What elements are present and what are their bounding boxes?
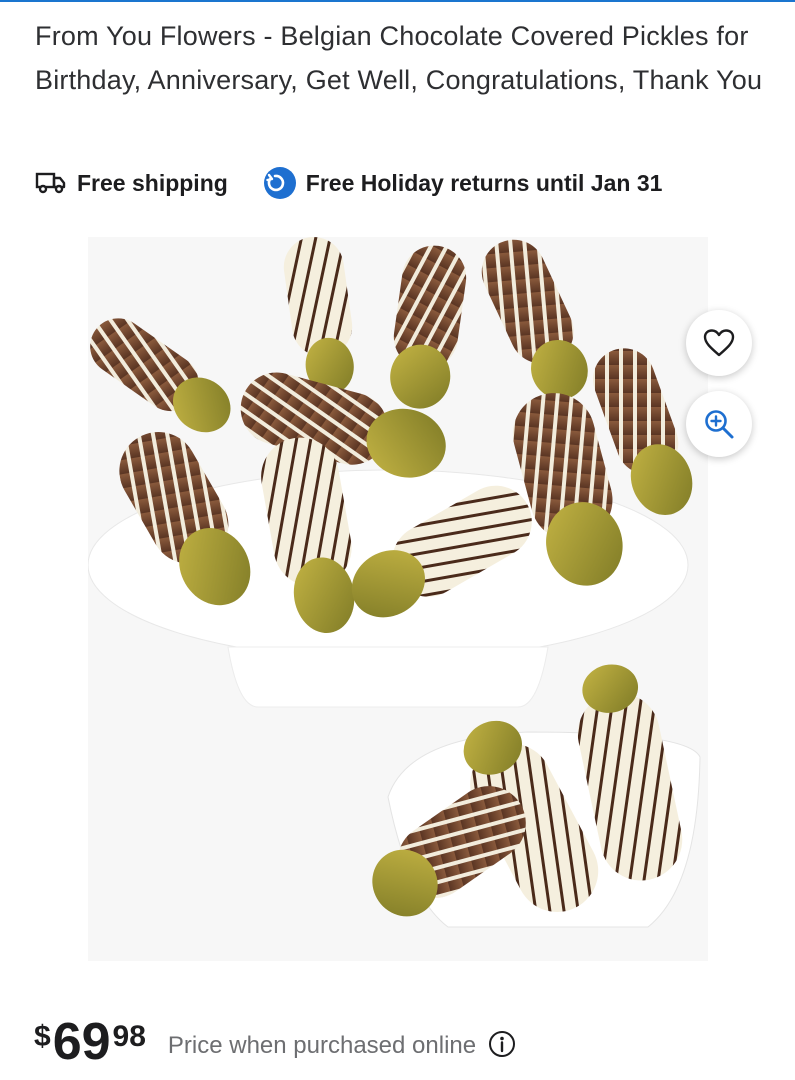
free-shipping-badge: Free shipping — [35, 170, 228, 197]
price-currency: $ — [34, 1020, 51, 1053]
price-cents: 98 — [112, 1020, 146, 1053]
info-icon[interactable] — [488, 1030, 516, 1058]
product-image[interactable] — [88, 237, 708, 961]
holiday-returns-badge: Free Holiday returns until Jan 31 — [263, 167, 663, 199]
product-title: From You Flowers - Belgian Chocolate Cov… — [35, 21, 763, 95]
price-row: $ 69 98 Price when purchased online — [34, 1012, 516, 1072]
heart-icon — [703, 329, 735, 357]
price-note: Price when purchased online — [167, 1032, 477, 1059]
price-dollars: 69 — [52, 1013, 111, 1071]
truck-icon — [35, 172, 66, 194]
free-shipping-label: Free shipping — [77, 169, 228, 196]
top-accent-line — [0, 0, 795, 2]
zoom-button[interactable] — [686, 391, 752, 457]
favorite-button[interactable] — [686, 310, 752, 376]
fulfillment-badges: Free shipping Free Holiday returns until… — [35, 166, 662, 200]
zoom-in-icon — [705, 410, 734, 439]
return-arrow-icon — [263, 167, 296, 199]
holiday-returns-label: Free Holiday returns until Jan 31 — [305, 169, 663, 196]
